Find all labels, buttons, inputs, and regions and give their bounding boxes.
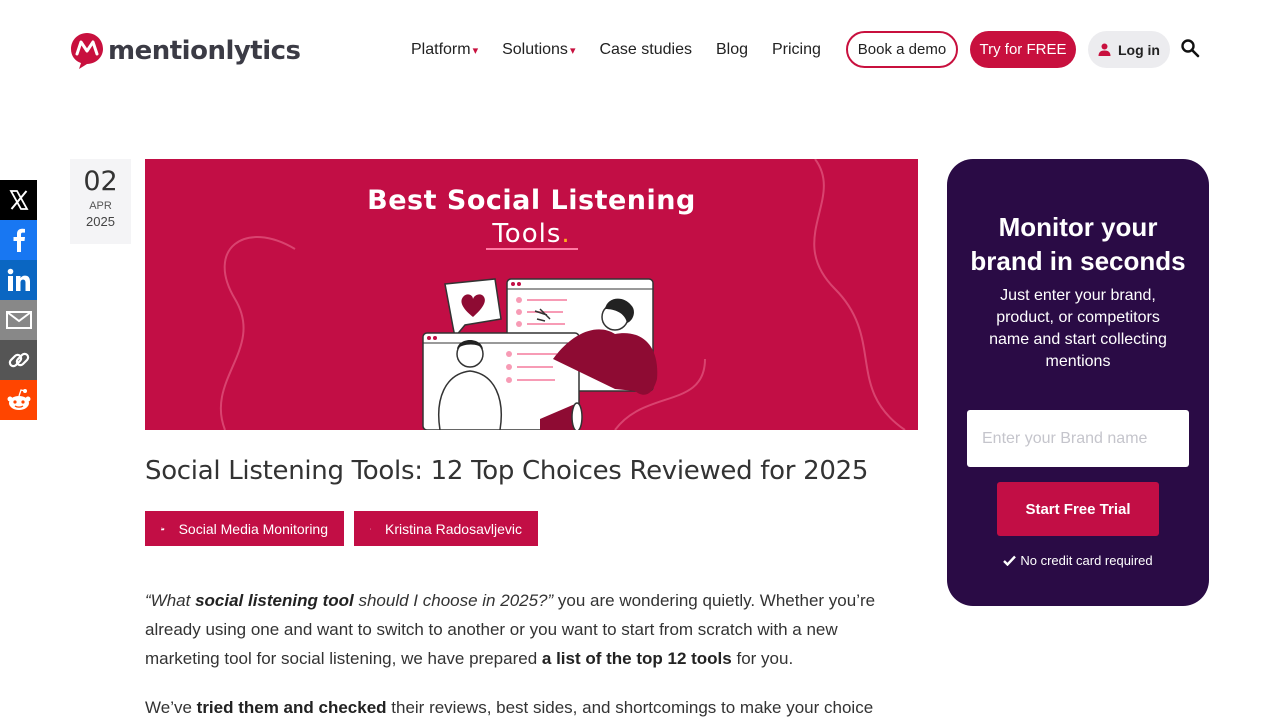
no-card-label: No credit card required (1020, 553, 1153, 568)
checkmark-icon (1003, 555, 1017, 566)
post-date-year: 2025 (86, 214, 115, 229)
share-linkedin[interactable] (0, 260, 37, 300)
share-copy-link[interactable] (0, 340, 37, 380)
category-label: Social Media Monitoring (178, 520, 328, 537)
chevron-down-icon: ▾ (569, 44, 576, 57)
login-button[interactable]: Log in (1088, 31, 1170, 68)
book-demo-button[interactable]: Book a demo (846, 31, 958, 68)
nav-case-studies[interactable]: Case studies (599, 41, 692, 59)
intro-paragraph: “What social listening tool should I cho… (145, 586, 895, 673)
second-bold-1: tried them and checked (196, 698, 387, 717)
intro-quote-start: “What (145, 591, 196, 610)
no-card-note: No credit card required (947, 553, 1209, 568)
logo-icon (71, 33, 103, 69)
nav-case-studies-label: Case studies (599, 41, 692, 58)
hero-underline (486, 248, 578, 250)
author-tag[interactable]: Kristina Radosavljevic (354, 511, 538, 546)
reddit-icon (7, 389, 30, 410)
facebook-icon (13, 228, 25, 252)
login-label: Log in (1118, 41, 1160, 58)
try-free-button[interactable]: Try for FREE (970, 31, 1076, 68)
hero-subtitle: Tools. (145, 219, 918, 249)
hero-subtitle-dot: . (561, 219, 571, 249)
share-email[interactable] (0, 300, 37, 340)
site-header: mentionlytics Platform ▾ Solutions ▾ Case … (0, 0, 1280, 100)
nav-platform[interactable]: Platform ▾ (411, 41, 478, 59)
folder-icon (161, 527, 165, 530)
logo-text: mentionlytics (108, 36, 301, 66)
signup-widget: Monitor your brand in seconds Just enter… (947, 159, 1209, 606)
share-x[interactable] (0, 180, 37, 220)
logo[interactable]: mentionlytics (70, 32, 301, 70)
author-label: Kristina Radosavljevic (385, 520, 522, 537)
nav-platform-label: Platform (411, 41, 471, 58)
nav-pricing[interactable]: Pricing (772, 41, 821, 59)
user-icon (1098, 43, 1111, 56)
post-title: Social Listening Tools: 12 Top Choices R… (145, 456, 869, 486)
nav-blog-label: Blog (715, 41, 748, 58)
second-paragraph: We’ve tried them and checked their revie… (145, 693, 895, 720)
nav-solutions[interactable]: Solutions ▾ (502, 41, 575, 59)
nav-blog[interactable]: Blog (716, 41, 748, 59)
hero-title: Best Social Listening (367, 185, 696, 216)
mail-icon (5, 311, 32, 329)
second-text-1: We’ve (145, 698, 197, 717)
link-icon (8, 352, 29, 368)
category-tag[interactable]: Social Media Monitoring (145, 511, 344, 546)
user-icon (370, 528, 372, 530)
search-icon[interactable] (1180, 38, 1200, 58)
intro-text-2: for you. (731, 649, 794, 668)
featured-image: Best Social Listening Tools. (145, 159, 918, 430)
nav-solutions-label: Solutions (502, 41, 568, 58)
widget-description: Just enter your brand, product, or compe… (989, 287, 1167, 370)
post-date-day: 02 (83, 166, 118, 197)
intro-quote-end: should I choose in 2025?” (353, 591, 554, 610)
share-bar (0, 180, 37, 420)
post-date-month: APR (89, 200, 112, 212)
main-nav: Platform ▾ Solutions ▾ Case studies Blog P… (411, 38, 845, 62)
linkedin-icon (7, 268, 30, 291)
brand-name-input[interactable] (967, 410, 1189, 467)
widget-title: Monitor your brand in seconds (970, 212, 1186, 276)
start-free-trial-button[interactable]: Start Free Trial (997, 482, 1159, 536)
chevron-down-icon: ▾ (472, 44, 479, 57)
post-date: 02 APR 2025 (70, 159, 131, 244)
nav-pricing-label: Pricing (772, 41, 821, 58)
intro-quote-bold: social listening tool (195, 591, 354, 610)
hero-subtitle-text: Tools (492, 219, 562, 249)
share-facebook[interactable] (0, 220, 37, 260)
share-reddit[interactable] (0, 380, 37, 420)
intro-bold-1: a list of the top 12 tools (541, 649, 732, 668)
x-icon (8, 190, 29, 210)
